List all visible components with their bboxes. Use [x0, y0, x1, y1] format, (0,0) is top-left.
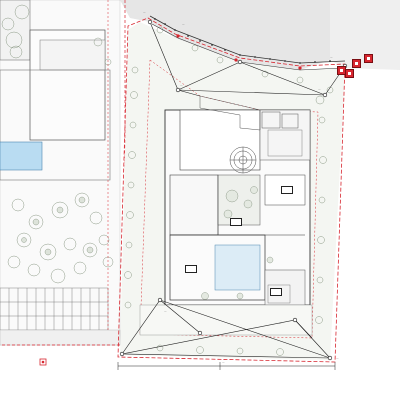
neighbour-pool: [0, 141, 43, 171]
neighbour-building-block: [0, 0, 31, 61]
survey-note-ne: ...: [330, 56, 333, 59]
bottom-right-note: ...: [336, 357, 339, 360]
cad-viewport[interactable]: ... ... ... ... ... ... ... ... ... ...: [0, 0, 400, 400]
road-note-mid: ...: [253, 66, 256, 69]
road-note-top: ...: [182, 23, 185, 26]
room-tag-4[interactable]: [230, 218, 242, 226]
marker-flag-4[interactable]: [345, 69, 354, 78]
neighbour-building-wing: [39, 39, 106, 71]
room-tag-3[interactable]: [270, 288, 282, 296]
neighbour-south-strip: [0, 329, 121, 346]
circular-stair[interactable]: [229, 146, 257, 174]
marker-flag-3[interactable]: [364, 54, 373, 63]
marker-flag-2[interactable]: [352, 59, 361, 68]
site-plan-drawing[interactable]: [0, 0, 400, 400]
survey-note-nw: ...: [143, 11, 146, 14]
room-tag-2[interactable]: [185, 265, 197, 273]
bottom-dimension-label: ...: [222, 361, 225, 364]
survey-note-se: ...: [279, 322, 282, 325]
survey-note-mid: ...: [180, 84, 183, 87]
room-tag-1[interactable]: [281, 186, 293, 194]
survey-note-east: ...: [318, 88, 321, 91]
survey-note-sw: ...: [164, 310, 167, 313]
red-marker-bottom-left[interactable]: [39, 358, 47, 366]
main-building[interactable]: [164, 109, 311, 306]
